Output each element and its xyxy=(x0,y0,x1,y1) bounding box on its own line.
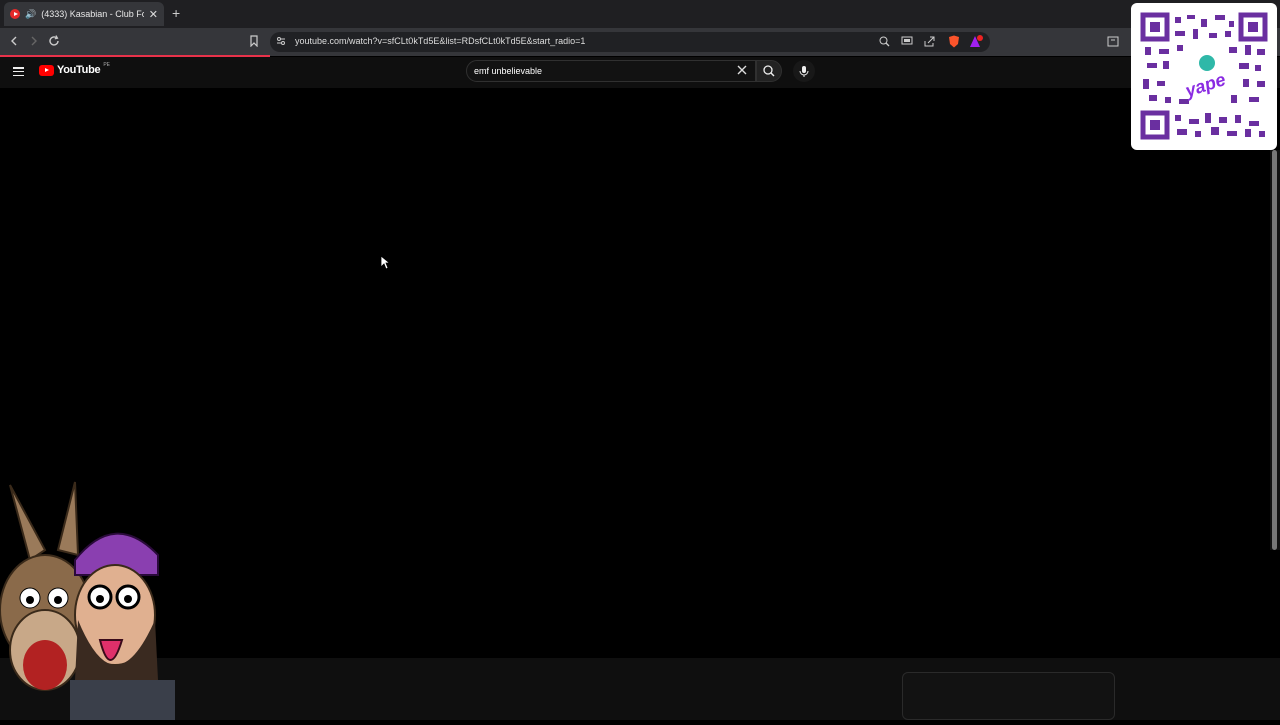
new-tab-button[interactable]: + xyxy=(172,5,180,21)
hamburger-menu-icon[interactable] xyxy=(13,67,24,77)
reload-icon[interactable] xyxy=(46,33,62,49)
url-text[interactable]: youtube.com/watch?v=sfCLt0kTd5E&list=RDs… xyxy=(295,36,585,46)
mouse-cursor-icon xyxy=(380,255,391,275)
sidebar-icon[interactable] xyxy=(1105,33,1121,49)
youtube-logo[interactable]: YouTube PE xyxy=(39,62,110,76)
brave-rewards-icon[interactable] xyxy=(968,33,984,49)
microphone-icon xyxy=(799,65,809,77)
speaker-icon[interactable]: 🔊 xyxy=(25,9,36,20)
streamer-mascot-image xyxy=(0,480,180,725)
search-icon xyxy=(763,65,775,77)
site-info-icon[interactable] xyxy=(273,33,289,49)
tab-title: (4333) Kasabian - Club Foot ( xyxy=(41,9,144,19)
clear-search-icon[interactable] xyxy=(737,63,747,78)
browser-tab[interactable]: 🔊 (4333) Kasabian - Club Foot ( ✕ xyxy=(4,2,164,26)
cast-icon[interactable] xyxy=(899,33,915,49)
video-player-area[interactable] xyxy=(0,88,1270,658)
search-button[interactable] xyxy=(756,60,782,82)
scrollbar-thumb[interactable] xyxy=(1272,150,1277,550)
search-query[interactable]: emf unbelievable xyxy=(474,66,542,76)
back-icon[interactable] xyxy=(6,33,22,49)
bookmark-icon[interactable] xyxy=(246,33,262,49)
share-icon[interactable] xyxy=(922,33,938,49)
tab-strip: 🔊 (4333) Kasabian - Club Foot ( ✕ + xyxy=(0,0,1280,28)
zoom-icon[interactable] xyxy=(876,33,892,49)
tab-close-icon[interactable]: ✕ xyxy=(149,8,158,21)
voice-search-button[interactable] xyxy=(793,60,815,82)
youtube-favicon-icon xyxy=(10,9,20,19)
youtube-play-icon xyxy=(39,64,54,76)
forward-icon[interactable] xyxy=(26,33,42,49)
side-panel-card[interactable] xyxy=(902,672,1115,720)
brave-shields-icon[interactable] xyxy=(946,33,962,49)
